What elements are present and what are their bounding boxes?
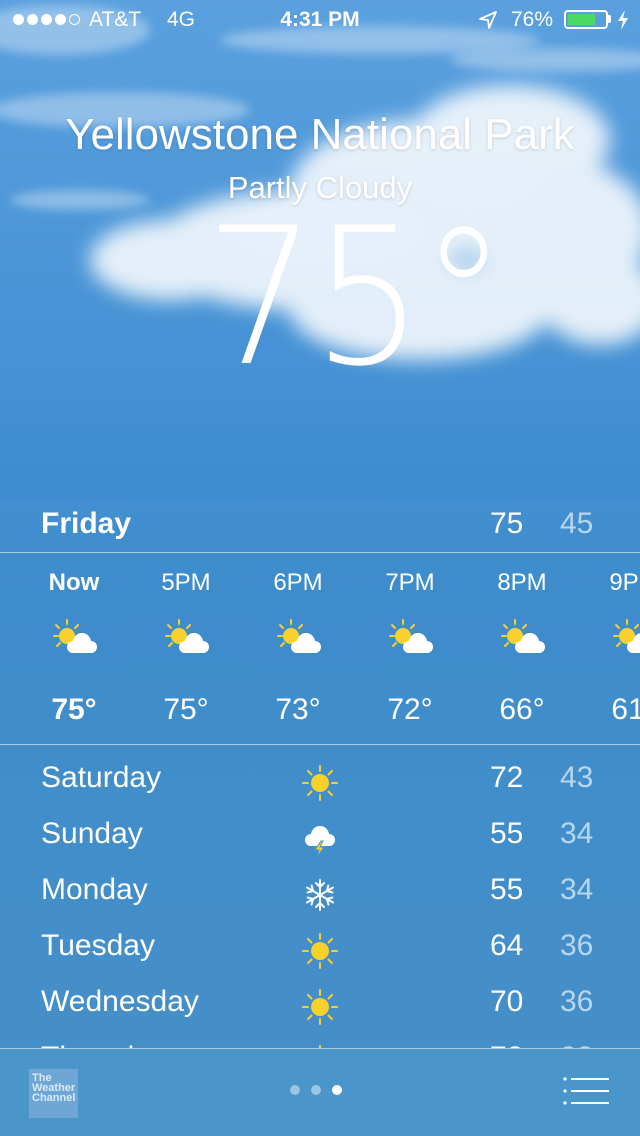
daily-row: Saturday 72 43	[0, 751, 640, 807]
weather-channel-logo[interactable]: The Weather Channel	[29, 1069, 78, 1118]
sun-icon	[300, 931, 340, 971]
day-low: 34	[560, 817, 594, 850]
today-high: 75	[490, 507, 524, 540]
day-name: Tuesday	[41, 929, 155, 962]
hour-temperature: 75°	[51, 693, 97, 726]
current-temperature: 75°	[205, 187, 507, 408]
partly-cloudy-icon	[499, 617, 549, 657]
hourly-item: Now 75°	[18, 553, 130, 744]
hour-label: Now	[48, 569, 100, 596]
day-low: 43	[560, 761, 594, 794]
partly-cloudy-icon	[51, 617, 101, 657]
hour-temperature: 75°	[163, 693, 209, 726]
day-low: 34	[560, 873, 594, 906]
day-high: 72	[490, 1041, 523, 1048]
daily-row: Monday 55 34	[0, 863, 640, 919]
day-name: Saturday	[41, 761, 162, 794]
daily-row: Wednesday 70 36	[0, 975, 640, 1031]
partly-cloudy-icon	[163, 617, 213, 657]
thunderstorm-icon	[300, 819, 340, 859]
location-name: Yellowstone National Park	[65, 110, 575, 159]
partly-cloudy-icon	[611, 617, 640, 657]
status-bar: AT&T 4G 4:31 PM 76%	[0, 0, 640, 40]
hourly-item: 6PM 73°	[242, 553, 354, 744]
divider	[0, 744, 640, 745]
day-low: 38	[560, 1041, 593, 1048]
day-low: 36	[560, 985, 594, 1018]
partly-cloudy-icon	[387, 617, 437, 657]
day-high: 55	[490, 817, 524, 850]
sun-icon	[300, 763, 340, 803]
daily-row: Sunday 55 34	[0, 807, 640, 863]
charging-bolt-icon	[618, 10, 628, 30]
battery-level	[568, 14, 595, 25]
day-name: Sunday	[41, 817, 143, 850]
page-dot[interactable]	[332, 1085, 342, 1095]
battery-percent: 76%	[511, 8, 554, 31]
today-day-label: Friday	[41, 507, 132, 540]
hour-temperature: 66°	[499, 693, 545, 726]
page-dot[interactable]	[311, 1085, 321, 1095]
hour-label: 8PM	[497, 569, 547, 596]
hour-label: 9PM	[609, 569, 640, 596]
page-indicator[interactable]	[290, 1085, 342, 1095]
day-high: 70	[490, 985, 524, 1018]
city-list-icon[interactable]	[562, 1076, 610, 1106]
hour-temperature: 61°	[611, 693, 640, 726]
hourly-item: 7PM 72°	[354, 553, 466, 744]
weather-screen: AT&T 4G 4:31 PM 76% Yellowstone National…	[0, 0, 640, 1136]
today-low: 45	[560, 507, 594, 540]
hour-label: 5PM	[161, 569, 211, 596]
location-arrow-icon	[479, 11, 497, 29]
bottom-bar: The Weather Channel	[0, 1049, 640, 1136]
sun-icon	[300, 987, 340, 1027]
day-name: Monday	[41, 873, 148, 906]
day-high: 72	[490, 761, 524, 794]
day-name: Thursday	[41, 1041, 166, 1048]
hour-temperature: 73°	[275, 693, 321, 726]
day-high: 55	[490, 873, 524, 906]
day-low: 36	[560, 929, 594, 962]
hourly-item: 8PM 66°	[466, 553, 578, 744]
page-dot[interactable]	[290, 1085, 300, 1095]
battery-nub	[608, 15, 611, 23]
daily-forecast[interactable]: Saturday 72 43 Sunday 55 34 Monday 55 34…	[0, 751, 640, 1048]
hour-label: 6PM	[273, 569, 323, 596]
daily-row: Thursday 72 38	[0, 1031, 640, 1048]
partly-cloudy-icon	[275, 617, 325, 657]
hour-temperature: 72°	[387, 693, 433, 726]
hourly-item: 5PM 75°	[130, 553, 242, 744]
hourly-forecast[interactable]: Now 75° 5PM 75° 6PM 73° 7PM 72° 8PM 66° …	[0, 553, 640, 744]
day-high: 64	[490, 929, 524, 962]
daily-row: Tuesday 64 36	[0, 919, 640, 975]
day-name: Wednesday	[41, 985, 199, 1018]
hour-label: 7PM	[385, 569, 435, 596]
hourly-item: 9PM 61°	[578, 553, 640, 744]
battery-icon	[564, 10, 608, 29]
snow-icon	[300, 875, 340, 915]
